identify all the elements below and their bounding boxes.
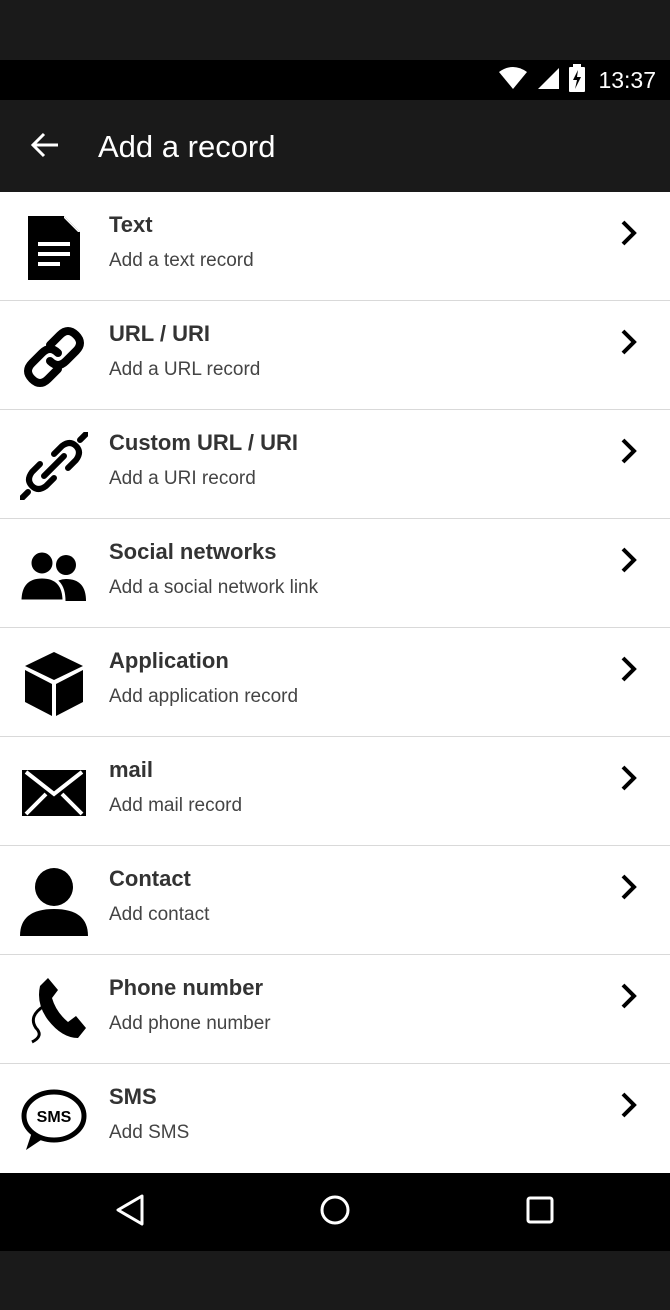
record-item-subtitle: Add a URI record	[109, 468, 256, 489]
record-item-subtitle: Add a text record	[109, 250, 254, 271]
wifi-icon	[498, 66, 528, 95]
chevron-right-icon	[616, 218, 642, 248]
chevron-right-icon	[616, 872, 642, 902]
record-item-subtitle: Add a social network link	[109, 577, 319, 598]
system-nav-bar	[0, 1173, 670, 1251]
envelope-icon	[18, 757, 90, 829]
record-item-application[interactable]: Application Add application record	[0, 628, 670, 737]
record-item-contact[interactable]: Contact Add contact	[0, 846, 670, 955]
people-icon	[18, 539, 90, 611]
record-item-subtitle: Add SMS	[109, 1122, 190, 1143]
record-item-title: Social networks	[109, 539, 277, 564]
cube-icon	[18, 648, 90, 720]
record-item-title: mail	[109, 757, 154, 782]
person-icon	[18, 866, 90, 938]
chevron-right-icon	[616, 654, 642, 684]
chevron-right-icon	[616, 436, 642, 466]
phone-icon	[18, 975, 90, 1047]
recents-square-icon	[525, 1195, 555, 1230]
record-item-title: Phone number	[109, 975, 264, 1000]
svg-text:SMS: SMS	[37, 1109, 72, 1126]
record-item-phone[interactable]: Phone number Add phone number	[0, 955, 670, 1064]
record-item-subtitle: Add a URL record	[109, 359, 261, 380]
record-item-custom-url[interactable]: Custom URL / URI Add a URI record	[0, 410, 670, 519]
record-item-subtitle: Add phone number	[109, 1013, 271, 1034]
record-item-subtitle: Add mail record	[109, 795, 243, 816]
record-item-subtitle: Add application record	[109, 686, 299, 707]
sms-bubble-icon: SMS	[18, 1084, 90, 1156]
top-letterbox	[0, 0, 670, 60]
chevron-right-icon	[616, 545, 642, 575]
nav-home-button[interactable]	[310, 1189, 360, 1235]
record-type-list: Text Add a text record URL / URI Add a U…	[0, 192, 670, 1173]
nav-back-button[interactable]	[105, 1189, 155, 1235]
record-item-text[interactable]: Text Add a text record	[0, 192, 670, 301]
record-item-title: Application	[109, 648, 229, 673]
record-item-title: Text	[109, 212, 153, 237]
back-button[interactable]	[22, 124, 68, 170]
record-item-social[interactable]: Social networks Add a social network lin…	[0, 519, 670, 628]
chevron-right-icon	[616, 981, 642, 1011]
status-time: 13:37	[598, 66, 656, 93]
document-icon	[18, 212, 90, 284]
battery-charging-icon	[568, 63, 586, 97]
link-icon	[18, 321, 90, 393]
record-item-title: URL / URI	[109, 321, 211, 346]
app-bar: Add a record	[0, 100, 670, 192]
record-item-url[interactable]: URL / URI Add a URL record	[0, 301, 670, 410]
record-item-title: Contact	[109, 866, 191, 891]
chevron-right-icon	[616, 763, 642, 793]
record-item-mail[interactable]: mail Add mail record	[0, 737, 670, 846]
bottom-letterbox	[0, 1251, 670, 1310]
record-item-sms[interactable]: SMS SMS Add SMS	[0, 1064, 670, 1173]
page-title: Add a record	[98, 129, 276, 164]
chevron-right-icon	[616, 327, 642, 357]
cell-signal-icon	[536, 66, 560, 95]
broken-link-icon	[18, 430, 90, 502]
record-item-title: Custom URL / URI	[109, 430, 299, 455]
chevron-right-icon	[616, 1090, 642, 1120]
record-item-subtitle: Add contact	[109, 904, 210, 925]
home-circle-icon	[319, 1194, 351, 1231]
arrow-left-icon	[30, 132, 60, 163]
nav-recents-button[interactable]	[515, 1189, 565, 1235]
record-item-title: SMS	[109, 1084, 157, 1109]
back-triangle-icon	[114, 1193, 146, 1232]
status-bar: 13:37	[0, 60, 670, 100]
